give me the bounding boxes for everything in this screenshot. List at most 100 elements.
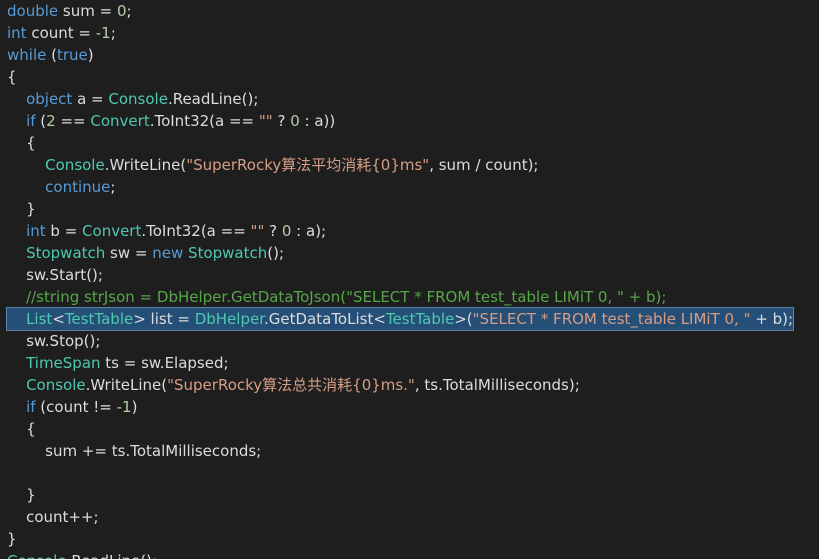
code-token: Stopwatch (26, 244, 106, 262)
code-line-text: Console.ReadLine(); (7, 550, 157, 559)
code-line-text: sw.Stop(); (7, 330, 100, 352)
code-token: b = (45, 222, 83, 240)
code-line[interactable]: Console.WriteLine("SuperRocky算法平均消耗{0}ms… (0, 154, 819, 176)
code-token: .GetDataToList< (264, 310, 386, 328)
code-line[interactable]: if (2 == Convert.ToInt32(a == "" ? 0 : a… (0, 110, 819, 132)
code-token: , ts.TotalMilliseconds); (414, 376, 580, 394)
code-token: true (56, 46, 88, 64)
code-token: > list = (133, 310, 195, 328)
code-token: : a)) (299, 112, 336, 130)
code-token: { (7, 68, 17, 86)
code-token: 0 (281, 222, 292, 240)
code-token: ? (264, 222, 282, 240)
code-token: Console (7, 552, 67, 559)
code-line-text: //string strJson = DbHelper.GetDataToJso… (7, 286, 666, 308)
code-token: while (7, 46, 47, 64)
code-token: ) (131, 398, 138, 416)
code-line-text: sum += ts.TotalMilliseconds; (7, 440, 261, 462)
code-line[interactable]: int count = -1; (0, 22, 819, 44)
code-line[interactable]: Console.WriteLine("SuperRocky算法总共消耗{0}ms… (0, 374, 819, 396)
code-token: Console (26, 376, 86, 394)
code-token: , sum / count); (429, 156, 539, 174)
code-token: TestTable (64, 310, 134, 328)
code-token: < (52, 310, 65, 328)
code-line-text: object a = Console.ReadLine(); (7, 88, 258, 110)
code-line-text: Console.WriteLine("SuperRocky算法总共消耗{0}ms… (7, 374, 580, 396)
code-editor[interactable]: double sum = 0; int count = -1; while (tru… (0, 0, 819, 559)
code-token: == (55, 112, 91, 130)
code-token: .ReadLine(); (167, 90, 259, 108)
code-line-text: } (7, 528, 17, 550)
code-token: Console (45, 156, 105, 174)
code-token: "SuperRocky算法平均消耗{0}ms" (186, 156, 430, 174)
code-line[interactable]: while (true) (0, 44, 819, 66)
code-token: Stopwatch (188, 244, 268, 262)
code-token: sw.Start(); (7, 266, 103, 284)
code-token: .ToInt32(a == (141, 222, 251, 240)
code-line[interactable]: TimeSpan ts = sw.Elapsed; (0, 352, 819, 374)
code-token: count++; (7, 508, 99, 526)
code-token: //string strJson = DbHelper.GetDataToJso… (26, 288, 667, 306)
code-token: sum += ts.TotalMilliseconds; (7, 442, 262, 460)
code-line[interactable]: { (0, 66, 819, 88)
code-line-text: if (count != -1) (7, 396, 137, 418)
code-line[interactable]: sum += ts.TotalMilliseconds; (0, 440, 819, 462)
code-token: int (7, 24, 27, 42)
code-token: TimeSpan (26, 354, 101, 372)
code-line[interactable]: } (0, 528, 819, 550)
code-token: (count != (35, 398, 117, 416)
code-line-text: continue; (7, 176, 115, 198)
code-token: Convert (82, 222, 142, 240)
code-token: "SELECT * FROM test_table LIMiT 0, " (472, 310, 751, 328)
code-token: { (7, 134, 36, 152)
code-token: continue (45, 178, 111, 196)
code-line[interactable] (0, 462, 819, 484)
code-token: sw = (105, 244, 153, 262)
code-line[interactable]: //string strJson = DbHelper.GetDataToJso… (0, 286, 819, 308)
code-line-text: double sum = 0; (7, 0, 132, 22)
code-token: if (26, 398, 36, 416)
code-line[interactable]: double sum = 0; (0, 0, 819, 22)
code-line-text: count++; (7, 506, 99, 528)
code-line[interactable]: if (count != -1) (0, 396, 819, 418)
code-line-text: TimeSpan ts = sw.Elapsed; (7, 352, 228, 374)
code-token: ? (272, 112, 291, 130)
code-token: Console (108, 90, 168, 108)
code-token: .WriteLine( (85, 376, 168, 394)
code-token: List (26, 310, 53, 328)
code-line[interactable]: int b = Convert.ToInt32(a == "" ? 0 : a)… (0, 220, 819, 242)
code-line-text: int b = Convert.ToInt32(a == "" ? 0 : a)… (7, 220, 326, 242)
code-line-selected[interactable]: List<TestTable> list = DbHelper.GetDataT… (0, 307, 819, 331)
code-token: double (7, 2, 59, 20)
code-token: ; (126, 2, 132, 20)
code-line[interactable]: } (0, 198, 819, 220)
code-line[interactable]: Console.ReadLine(); (0, 550, 819, 559)
code-line[interactable]: } (0, 484, 819, 506)
code-token: TestTable (385, 310, 455, 328)
code-token: } (7, 200, 36, 218)
code-token: + b); (750, 310, 794, 328)
code-line-text: sw.Start(); (7, 264, 103, 286)
code-token: } (7, 530, 17, 548)
code-line[interactable]: sw.Start(); (0, 264, 819, 286)
code-token: ; (110, 24, 116, 42)
code-line[interactable]: { (0, 418, 819, 440)
code-token: } (7, 486, 36, 504)
code-line[interactable]: Stopwatch sw = new Stopwatch(); (0, 242, 819, 264)
code-line[interactable]: { (0, 132, 819, 154)
code-line-text: int count = -1; (7, 22, 116, 44)
code-line[interactable]: sw.Stop(); (0, 330, 819, 352)
code-token: 2 (46, 112, 56, 130)
code-line[interactable]: object a = Console.ReadLine(); (0, 88, 819, 110)
code-token: a = (72, 90, 109, 108)
code-line[interactable]: continue; (0, 176, 819, 198)
code-token: sw.Stop(); (7, 332, 101, 350)
code-line[interactable]: count++; (0, 506, 819, 528)
code-line-text: { (7, 66, 17, 88)
